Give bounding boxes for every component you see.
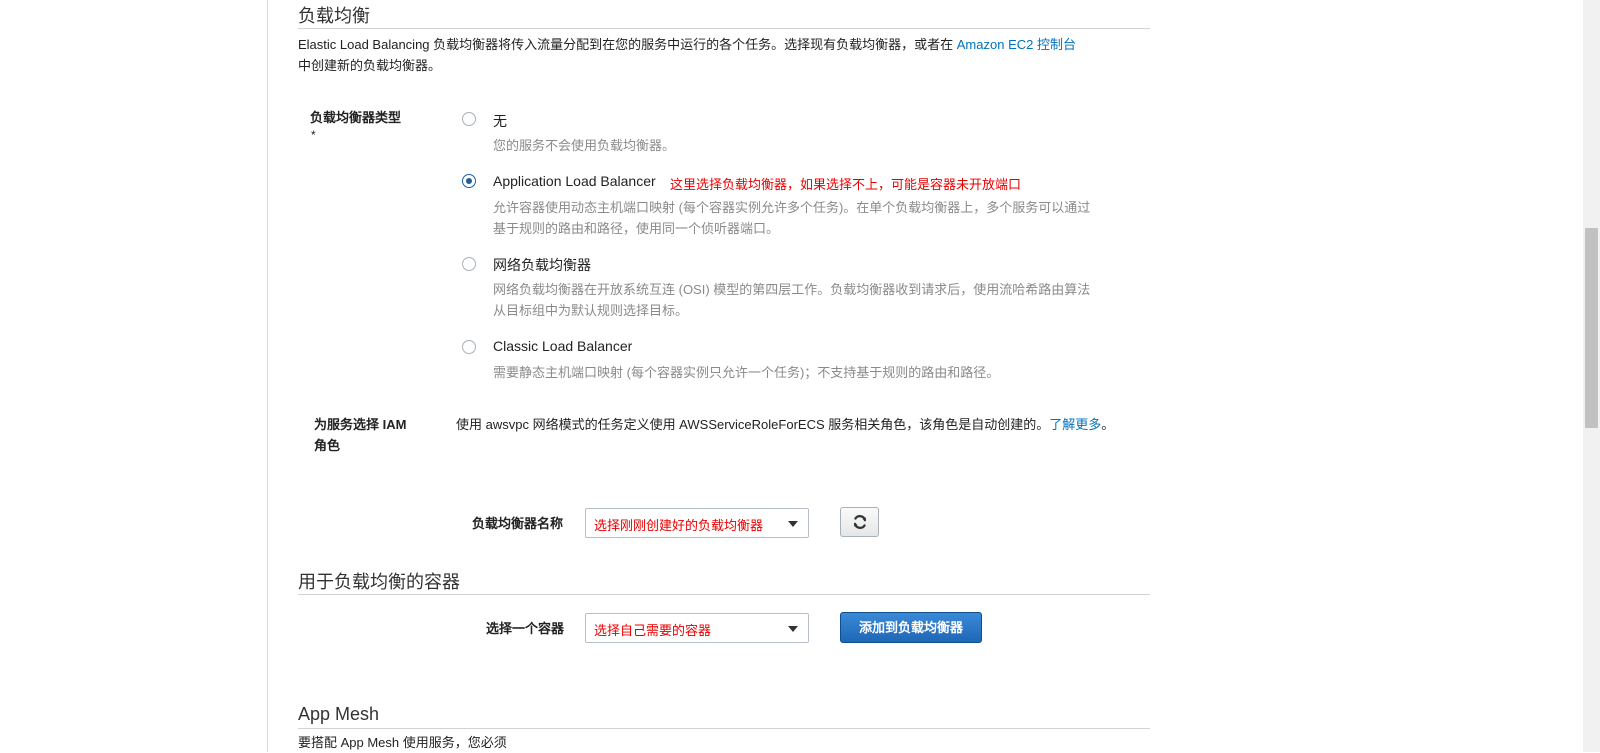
required-mark: * [311,128,316,142]
section-divider [298,594,1150,595]
ec2-console-link[interactable]: Amazon EC2 控制台 [957,37,1076,52]
option-alb-description: 允许容器使用动态主机端口映射 (每个容器实例允许多个任务)。在单个负载均衡器上，… [493,200,1091,236]
iam-role-text: 使用 awsvpc 网络模式的任务定义使用 AWSServiceRoleForE… [456,417,1050,432]
add-to-load-balancer-button[interactable]: 添加到负载均衡器 [840,612,982,643]
scrollbar-thumb[interactable] [1585,228,1598,428]
radio-classic-load-balancer[interactable] [462,340,476,354]
section-title-container: 用于负载均衡的容器 [298,572,460,592]
description-text-prefix: Elastic Load Balancing 负载均衡器将传入流量分配到在您的服… [298,37,957,52]
option-nlb-label: 网络负载均衡器 [493,257,591,273]
option-clb-label: Classic Load Balancer [493,338,633,354]
lb-name-select[interactable]: 选择刚刚创建好的负载均衡器 [585,508,809,538]
option-none-label: 无 [493,113,507,129]
chevron-down-icon [788,521,798,527]
radio-network-load-balancer[interactable] [462,257,476,271]
option-nlb-description: 网络负载均衡器在开放系统互连 (OSI) 模型的第四层工作。负载均衡器收到请求后… [493,282,1091,318]
lb-type-label: 负载均衡器类型 [310,107,401,128]
vertical-scrollbar[interactable] [1583,0,1600,752]
container-select-value: 选择自己需要的容器 [594,623,712,638]
lb-name-select-value: 选择刚刚创建好的负载均衡器 [594,518,764,533]
iam-role-label: 为服务选择 IAM 角色 [314,417,407,453]
iam-role-description: 使用 awsvpc 网络模式的任务定义使用 AWSServiceRoleForE… [456,414,1126,435]
app-mesh-description: 要搭配 App Mesh 使用服务，您必须 [298,735,507,750]
section-divider [298,28,1150,29]
section-title-load-balancing: 负载均衡 [298,6,370,26]
container-select-label: 选择一个容器 [486,621,565,636]
section-divider [298,728,1150,729]
learn-more-link[interactable]: 了解更多 [1049,417,1101,432]
iam-period: 。 [1101,417,1115,432]
option-clb-description: 需要静态主机端口映射 (每个容器实例只允许一个任务)；不支持基于规则的路由和路径… [493,365,1000,380]
content-left-border [267,0,268,752]
chevron-down-icon [788,626,798,632]
lb-name-label: 负载均衡器名称 [472,516,564,531]
radio-application-load-balancer[interactable] [462,174,476,188]
section-title-app-mesh: App Mesh [298,704,380,724]
container-select[interactable]: 选择自己需要的容器 [585,613,809,643]
lb-type-label-text: 负载均衡器类型 [310,110,402,125]
radio-none[interactable] [462,112,476,126]
load-balancing-description: Elastic Load Balancing 负载均衡器将传入流量分配到在您的服… [298,34,1148,76]
option-none-description: 您的服务不会使用负载均衡器。 [493,138,676,153]
annotation-text: 这里选择负载均衡器，如果选择不上，可能是容器未开放端口 [670,177,1022,192]
refresh-button[interactable] [840,507,879,537]
description-text-suffix: 中创建新的负载均衡器。 [298,58,442,73]
option-alb-label: Application Load Balancer [493,173,656,189]
refresh-icon [853,515,867,529]
